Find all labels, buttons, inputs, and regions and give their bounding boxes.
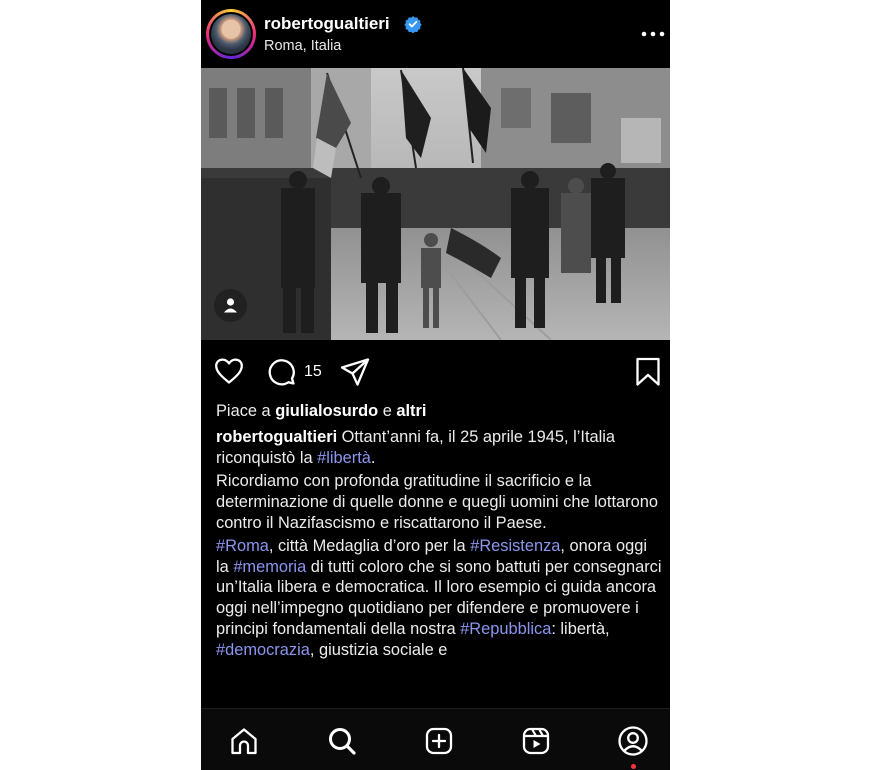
avatar[interactable]	[206, 9, 256, 59]
bottom-nav	[201, 708, 670, 770]
bookmark-icon[interactable]	[633, 356, 663, 388]
caption-paragraph-2: Ricordiamo con profonda gratitudine il s…	[216, 472, 658, 532]
hashtag-resistenza[interactable]: #Resistenza	[470, 537, 560, 555]
liked-by-user[interactable]: giulialosurdo	[275, 402, 378, 420]
likes-others-link[interactable]: altri	[396, 402, 426, 420]
username[interactable]: robertogualtieri	[264, 14, 390, 34]
home-icon[interactable]	[229, 726, 259, 756]
hashtag-repubblica[interactable]: #Repubblica	[460, 620, 551, 638]
reels-icon[interactable]	[521, 726, 551, 756]
user-tag-button[interactable]	[214, 289, 247, 322]
hashtag-memoria[interactable]: #memoria	[233, 558, 306, 576]
create-icon[interactable]	[424, 726, 454, 756]
post-header: robertogualtieri Roma, Italia	[201, 0, 670, 68]
profile-icon[interactable]	[617, 725, 649, 757]
comment-icon[interactable]	[265, 355, 297, 387]
more-options-icon[interactable]	[640, 22, 666, 46]
post-photo[interactable]	[201, 68, 670, 340]
hashtag-democrazia[interactable]: #democrazia	[216, 641, 310, 659]
heart-icon[interactable]	[213, 355, 245, 387]
verified-badge-icon	[404, 16, 422, 33]
instagram-post-screen: robertogualtieri Roma, Italia 15 Piace a…	[201, 0, 670, 770]
caption-paragraph-1: robertogualtieri Ottant’anni fa, il 25 a…	[216, 427, 616, 467]
comment-count[interactable]: 15	[304, 363, 322, 381]
hashtag-roma[interactable]: #Roma	[216, 537, 269, 555]
notification-dot	[631, 764, 636, 769]
post-location[interactable]: Roma, Italia	[264, 38, 341, 54]
hashtag-liberta[interactable]: #libertà	[317, 449, 371, 467]
caption-author[interactable]: robertogualtieri	[216, 428, 337, 446]
post-caption: Piace a giulialosurdo e altri robertogua…	[216, 401, 662, 661]
share-icon[interactable]	[339, 356, 371, 388]
search-icon[interactable]	[327, 726, 357, 756]
likes-line[interactable]: Piace a giulialosurdo e altri	[216, 401, 662, 422]
caption-paragraph-3: #Roma, città Medaglia d’oro per la #Resi…	[216, 536, 662, 659]
user-tag-icon	[224, 298, 237, 313]
